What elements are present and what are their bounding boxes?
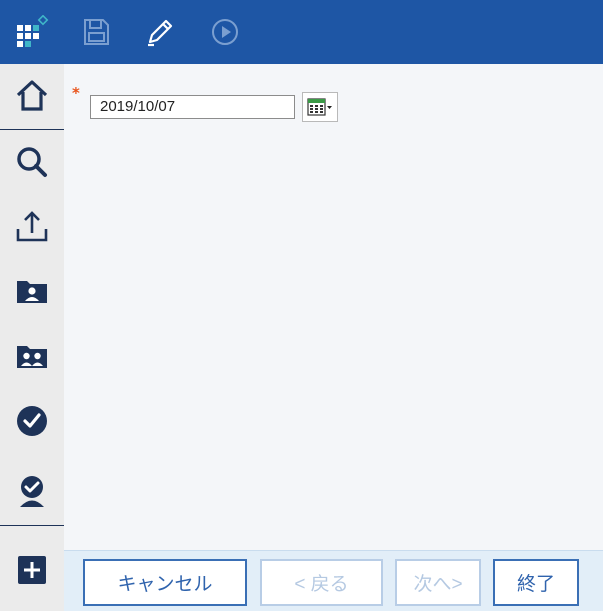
calendar-icon (307, 98, 332, 116)
sidebar-divider-bottom (0, 525, 64, 526)
check-circle-icon[interactable] (0, 389, 64, 453)
play-icon[interactable] (207, 14, 243, 50)
required-mark: * (72, 84, 80, 102)
edit-pencil-icon[interactable] (142, 14, 178, 50)
search-icon[interactable] (0, 130, 64, 194)
upload-icon[interactable] (0, 194, 64, 258)
main-content (64, 64, 603, 550)
save-icon[interactable] (78, 14, 114, 50)
user-check-icon[interactable] (0, 459, 64, 523)
footer-bar: キャンセル < 戻る 次へ> 終了 (64, 550, 603, 611)
next-button[interactable]: 次へ> (395, 559, 481, 606)
add-icon[interactable] (0, 538, 64, 602)
top-toolbar (0, 0, 603, 64)
app-logo-icon[interactable] (14, 14, 50, 50)
back-button[interactable]: < 戻る (260, 559, 383, 606)
sidebar (0, 64, 64, 611)
cancel-button[interactable]: キャンセル (83, 559, 247, 606)
home-icon[interactable] (0, 64, 64, 128)
folder-user-icon[interactable] (0, 259, 64, 323)
folder-users-icon[interactable] (0, 324, 64, 388)
calendar-picker-button[interactable] (302, 92, 338, 122)
finish-button[interactable]: 終了 (493, 559, 579, 606)
date-input[interactable]: 2019/10/07 (90, 95, 295, 119)
